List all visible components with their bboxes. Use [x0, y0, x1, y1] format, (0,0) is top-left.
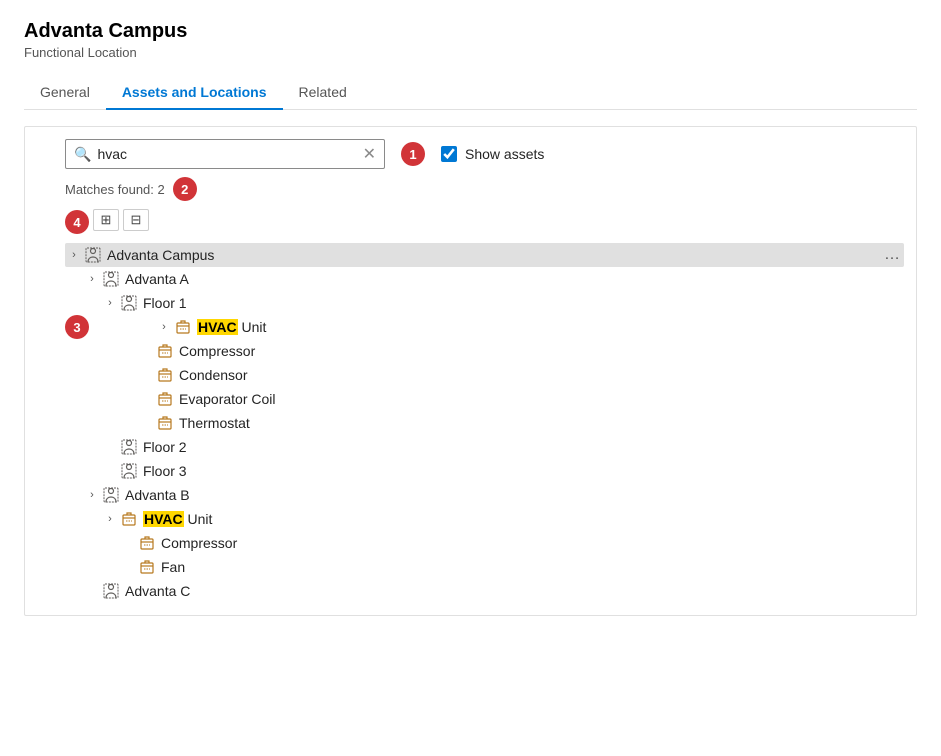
tab-general[interactable]: General — [24, 76, 106, 110]
search-input[interactable] — [97, 146, 362, 162]
node-icon-asset — [137, 558, 157, 576]
chevron-icon[interactable]: › — [101, 513, 119, 525]
tree-row[interactable]: › Floor 1 — [65, 291, 904, 315]
chevron-icon[interactable]: › — [65, 249, 83, 261]
tree-row[interactable]: Evaporator Coil — [65, 387, 904, 411]
tree-row[interactable]: Thermostat — [65, 411, 904, 435]
node-label: Floor 3 — [143, 463, 904, 479]
node-icon-asset — [137, 534, 157, 552]
tab-related[interactable]: Related — [283, 76, 363, 110]
collapse-all-button[interactable]: ⊟ — [123, 209, 149, 231]
node-label: Advanta C — [125, 583, 904, 599]
node-label: Advanta A — [125, 271, 904, 287]
callout-2: 2 — [173, 177, 197, 201]
show-assets-row: Show assets — [441, 146, 544, 162]
show-assets-checkbox[interactable] — [441, 146, 457, 162]
node-label: HVAC Unit — [197, 319, 904, 335]
tree-row[interactable]: › HVAC Unit — [65, 507, 904, 531]
node-label: Floor 2 — [143, 439, 904, 455]
toolbar-row: ⊞ ⊟ — [93, 209, 149, 231]
chevron-icon[interactable]: › — [83, 273, 101, 285]
show-assets-label[interactable]: Show assets — [465, 146, 544, 162]
callout-1: 1 — [401, 142, 425, 166]
node-label: Fan — [161, 559, 904, 575]
content-panel: 🔍 ✕ 1 Show assets Matches found: 2 2 4 ⊞… — [24, 126, 917, 616]
tree-row[interactable]: Floor 3 — [65, 459, 904, 483]
node-icon-asset — [155, 390, 175, 408]
node-label: HVAC Unit — [143, 511, 904, 527]
node-icon-asset — [155, 414, 175, 432]
tree-row[interactable]: Condensor — [65, 363, 904, 387]
node-label: Advanta B — [125, 487, 904, 503]
chevron-icon[interactable]: › — [155, 321, 173, 333]
node-label: Thermostat — [179, 415, 904, 431]
tab-assets-locations[interactable]: Assets and Locations — [106, 76, 283, 110]
tree-row[interactable]: Fan — [65, 555, 904, 579]
tree-row[interactable]: Advanta C — [65, 579, 904, 603]
node-icon-location — [101, 270, 121, 288]
tree-row[interactable]: › HVAC Unit3 — [101, 315, 904, 339]
tree-row[interactable]: Compressor — [65, 339, 904, 363]
node-icon-location — [83, 246, 103, 264]
clear-button[interactable]: ✕ — [363, 144, 376, 164]
node-icon-asset — [173, 318, 193, 336]
tree-row[interactable]: Floor 2 — [65, 435, 904, 459]
matches-text: Matches found: 2 — [65, 182, 165, 197]
page: Advanta Campus Functional Location Gener… — [0, 0, 941, 636]
search-box[interactable]: 🔍 ✕ — [65, 139, 385, 169]
node-icon-location — [101, 582, 121, 600]
callout-4: 4 — [65, 210, 89, 234]
node-icon-location — [119, 438, 139, 456]
node-icon-asset — [155, 342, 175, 360]
node-label: Condensor — [179, 367, 904, 383]
node-icon-asset — [119, 510, 139, 528]
tree-row[interactable]: › Advanta A — [65, 267, 904, 291]
page-title: Advanta Campus — [24, 20, 917, 43]
tab-bar: General Assets and Locations Related — [24, 76, 917, 110]
node-label: Compressor — [161, 535, 904, 551]
node-icon-location — [119, 294, 139, 312]
expand-all-button[interactable]: ⊞ — [93, 209, 119, 231]
node-label: Floor 1 — [143, 295, 904, 311]
more-button[interactable]: … — [880, 246, 904, 264]
tree-row[interactable]: › Advanta Campus… — [65, 243, 904, 267]
search-icon: 🔍 — [74, 146, 91, 163]
node-label: Advanta Campus — [107, 247, 880, 263]
tree-row[interactable]: Compressor — [65, 531, 904, 555]
matches-row: Matches found: 2 2 — [65, 177, 904, 201]
chevron-icon[interactable]: › — [101, 297, 119, 309]
callout-3: 3 — [65, 315, 89, 339]
node-label: Evaporator Coil — [179, 391, 904, 407]
chevron-icon[interactable]: › — [83, 489, 101, 501]
page-subtitle: Functional Location — [24, 45, 917, 60]
node-icon-location — [101, 486, 121, 504]
search-row: 🔍 ✕ 1 Show assets — [65, 139, 904, 169]
tree: › Advanta Campus…› Advanta A› Floor 1› H… — [65, 243, 904, 603]
tree-row[interactable]: › Advanta B — [65, 483, 904, 507]
node-icon-location — [119, 462, 139, 480]
node-label: Compressor — [179, 343, 904, 359]
node-icon-asset — [155, 366, 175, 384]
